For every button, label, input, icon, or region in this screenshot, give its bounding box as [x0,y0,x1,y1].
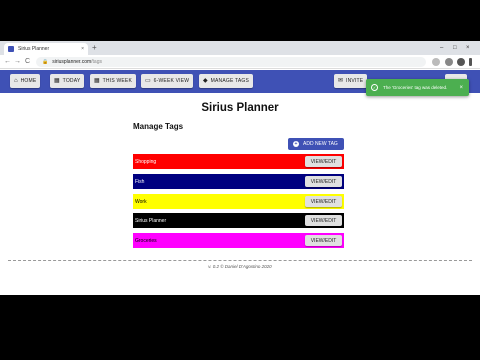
profile-avatar-icon[interactable] [457,58,465,66]
tag-name: Shopping [135,158,157,165]
tag-row: Shopping VIEW/EDIT [133,154,344,169]
tag-row: Sirius Planner VIEW/EDIT [133,213,344,228]
nav-this-week-button[interactable]: ▦ THIS WEEK [90,74,136,88]
tag-name: Groceries [135,237,157,244]
add-new-tag-label: ADD NEW TAG [303,141,338,147]
nav-home-button[interactable]: ⌂ HOME [10,74,41,88]
check-circle-icon: ✓ [371,84,378,91]
nav-six-week-label: 6-WEEK VIEW [153,78,190,84]
favicon-icon [8,46,14,52]
tag-name: Work [135,198,147,205]
nav-six-week-button[interactable]: ▭ 6-WEEK VIEW [141,74,194,88]
close-window-button[interactable]: × [466,43,470,53]
tag-row: Work VIEW/EDIT [133,194,344,209]
url-host: siriusplanner.com [52,59,92,65]
toast-message: The 'Groceries' tag was deleted. [383,85,448,90]
minimize-button[interactable]: – [440,43,443,53]
forward-icon[interactable]: → [14,57,21,67]
new-tab-button[interactable]: + [92,43,97,53]
nav-invite-button[interactable]: ✉ INVITE [334,74,368,88]
view-edit-button[interactable]: VIEW/EDIT [305,235,342,246]
view-edit-button[interactable]: VIEW/EDIT [305,156,342,167]
extensions-icon[interactable] [445,58,453,66]
view-edit-button[interactable]: VIEW/EDIT [305,196,342,207]
toast-close-icon[interactable]: × [459,85,463,91]
view-icon: ▭ [145,78,151,84]
home-icon: ⌂ [14,78,18,84]
tag-name: Fish [135,178,145,185]
nav-this-week-label: THIS WEEK [102,78,132,84]
footer-text: v. 0.2 © Daniel D'Agostino 2020 [208,264,272,269]
success-toast: ✓ The 'Groceries' tag was deleted. × [366,79,469,96]
tag-row: Groceries VIEW/EDIT [133,233,344,248]
menu-icon[interactable] [469,58,472,66]
url-path: /tags [91,59,102,65]
back-icon[interactable]: ← [4,57,11,67]
nav-home-label: HOME [20,78,37,84]
footer-divider [8,260,472,261]
tag-row: Fish VIEW/EDIT [133,174,344,189]
nav-today-button[interactable]: ▦ TODAY [50,74,85,88]
mail-icon: ✉ [338,78,344,84]
add-new-tag-button[interactable]: + ADD NEW TAG [288,138,344,150]
nav-today-label: TODAY [62,78,81,84]
tab-title: Sirius Planner [18,46,50,52]
nav-invite-label: INVITE [346,78,364,84]
nav-manage-tags-button[interactable]: ◆ MANAGE TAGS [199,74,254,88]
plus-circle-icon: + [293,141,299,147]
section-heading: Manage Tags [133,122,184,131]
calendar-week-icon: ▦ [94,78,100,84]
calendar-icon: ▦ [54,78,60,84]
tab-close-icon[interactable]: × [81,46,84,52]
star-icon[interactable] [432,58,440,66]
reload-icon[interactable]: C [25,57,30,67]
page-title: Sirius Planner [201,102,279,114]
lock-icon: 🔒 [42,59,49,65]
maximize-button[interactable]: □ [453,43,457,53]
url-input[interactable]: 🔒 siriusplanner.com /tags [36,57,426,67]
view-edit-button[interactable]: VIEW/EDIT [305,176,342,187]
view-edit-button[interactable]: VIEW/EDIT [305,215,342,226]
nav-manage-tags-label: MANAGE TAGS [210,78,250,84]
browser-tab[interactable]: Sirius Planner × [4,43,88,55]
tag-icon: ◆ [203,78,208,84]
tab-bar: Sirius Planner × + – □ × [0,41,480,55]
address-bar: ← → C 🔒 siriusplanner.com /tags [0,55,480,69]
tag-name: Sirius Planner [135,217,167,224]
